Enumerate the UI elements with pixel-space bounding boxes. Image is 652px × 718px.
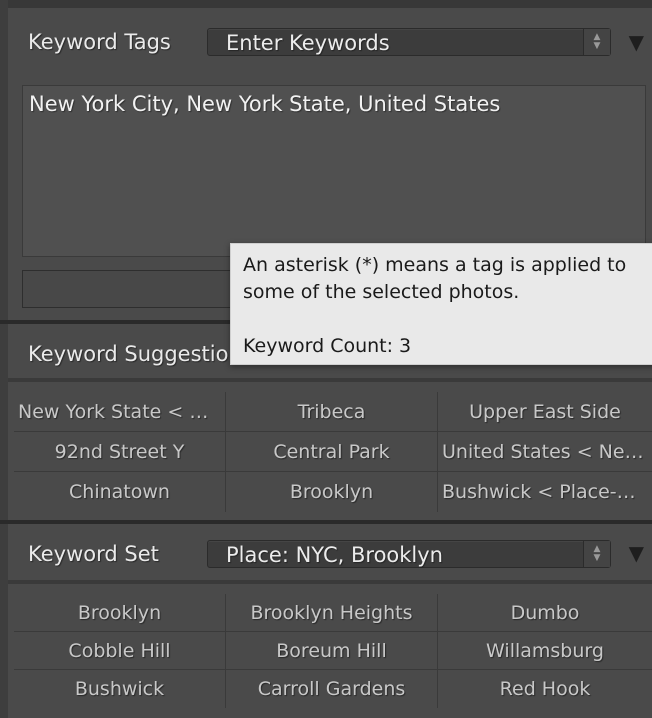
select-stepper-icon: ▲ ▼ [583, 29, 610, 55]
suggestion-item[interactable]: Upper East Side [438, 392, 652, 432]
suggestion-item[interactable]: New York State < New York State [14, 392, 226, 432]
suggestion-item[interactable]: 92nd Street Y [14, 432, 226, 472]
keyword-set-grid: Brooklyn Brooklyn Heights Dumbo Cobble H… [14, 594, 652, 708]
suggestion-item[interactable]: Central Park [226, 432, 438, 472]
keyword-set-item[interactable]: Red Hook [438, 670, 652, 708]
keywords-textarea[interactable]: New York City, New York State, United St… [22, 85, 646, 257]
keyword-set-item[interactable]: Willamsburg [438, 632, 652, 670]
keyword-set-item[interactable]: Carroll Gardens [226, 670, 438, 708]
keyword-set-item[interactable]: Dumbo [438, 594, 652, 632]
suggestion-item[interactable]: Brooklyn [226, 472, 438, 512]
panel-collapse-triangle-icon[interactable]: ▼ [629, 30, 644, 54]
keyword-set-select[interactable]: Place: NYC, Brooklyn ▲ ▼ [207, 540, 611, 568]
keyword-suggestions-grid: New York State < New York State Tribeca … [14, 392, 652, 512]
tooltip-line-2: some of the selected photos. [243, 281, 520, 303]
keyword-entry-mode-select[interactable]: Enter Keywords ▲ ▼ [207, 28, 611, 56]
suggestions-header-divider [8, 378, 652, 382]
suggestion-item[interactable]: Tribeca [226, 392, 438, 432]
panel-left-edge [0, 0, 8, 718]
keyword-set-item[interactable]: Boreum Hill [226, 632, 438, 670]
panel-collapse-triangle-icon[interactable]: ▼ [629, 541, 644, 565]
keyword-count-tooltip: An asterisk (*) means a tag is applied t… [230, 243, 652, 365]
suggestion-item[interactable]: Chinatown [14, 472, 226, 512]
keyword-set-title: Keyword Set [28, 542, 159, 566]
keyword-set-item[interactable]: Brooklyn Heights [226, 594, 438, 632]
keyword-set-value: Place: NYC, Brooklyn [226, 543, 443, 567]
keyword-set-item[interactable]: Cobble Hill [14, 632, 226, 670]
suggestion-item[interactable]: United States < New York State [438, 432, 652, 472]
keyword-suggestions-title: Keyword Suggestions [28, 342, 253, 366]
keyword-set-item[interactable]: Brooklyn [14, 594, 226, 632]
keyword-set-header-divider [8, 580, 652, 584]
keyword-tags-title: Keyword Tags [28, 30, 171, 54]
tooltip-keyword-count: Keyword Count: 3 [243, 335, 412, 357]
suggestion-item[interactable]: Bushwick < Place-NYC [438, 472, 652, 512]
select-stepper-icon: ▲ ▼ [583, 541, 610, 567]
tooltip-line-1: An asterisk (*) means a tag is applied t… [243, 254, 627, 276]
keyword-entry-mode-value: Enter Keywords [226, 31, 390, 55]
keyword-set-item[interactable]: Bushwick [14, 670, 226, 708]
